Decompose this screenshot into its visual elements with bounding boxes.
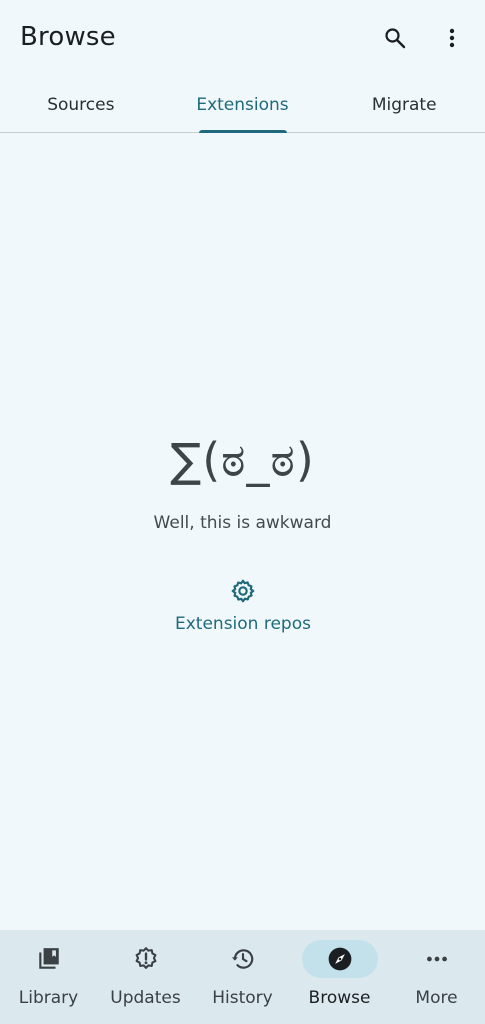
nav-item-browse[interactable]: Browse bbox=[291, 930, 388, 1024]
search-button[interactable] bbox=[375, 18, 415, 58]
nav-label: Library bbox=[18, 988, 79, 1008]
tab-label: Extensions bbox=[196, 95, 289, 115]
search-icon bbox=[385, 28, 406, 49]
tab-bar: Sources Extensions Migrate bbox=[0, 78, 485, 133]
updates-icon bbox=[132, 945, 160, 973]
explore-icon bbox=[326, 945, 354, 973]
bottom-navigation: Library Updates History Browse More bbox=[0, 930, 485, 1024]
more-horiz-icon bbox=[423, 945, 451, 973]
nav-label: Updates bbox=[110, 988, 181, 1008]
extension-repos-button[interactable]: Extension repos bbox=[167, 573, 319, 643]
gear-icon bbox=[231, 579, 255, 603]
empty-message: Well, this is awkward bbox=[153, 513, 332, 533]
tab-extensions[interactable]: Extensions bbox=[162, 78, 324, 133]
nav-item-library[interactable]: Library bbox=[0, 930, 97, 1024]
more-vert-icon bbox=[449, 28, 455, 48]
nav-label: More bbox=[415, 988, 458, 1008]
history-icon bbox=[229, 945, 257, 973]
nav-label: Browse bbox=[308, 988, 371, 1008]
tab-label: Sources bbox=[47, 95, 115, 115]
empty-face-emoticon: ∑(ಠ_ಠ) bbox=[170, 433, 315, 487]
nav-label: History bbox=[212, 988, 273, 1008]
top-app-bar: Browse bbox=[0, 0, 485, 76]
library-icon bbox=[35, 945, 63, 973]
extension-repos-label: Extension repos bbox=[175, 614, 311, 634]
empty-state: ∑(ಠ_ಠ) Well, this is awkward Extension r… bbox=[0, 133, 485, 930]
nav-item-more[interactable]: More bbox=[388, 930, 485, 1024]
tab-label: Migrate bbox=[371, 95, 437, 115]
overflow-menu-button[interactable] bbox=[432, 18, 472, 58]
tab-sources[interactable]: Sources bbox=[0, 78, 162, 132]
page-title: Browse bbox=[20, 22, 116, 52]
nav-item-updates[interactable]: Updates bbox=[97, 930, 194, 1024]
tab-migrate[interactable]: Migrate bbox=[323, 78, 485, 132]
nav-item-history[interactable]: History bbox=[194, 930, 291, 1024]
